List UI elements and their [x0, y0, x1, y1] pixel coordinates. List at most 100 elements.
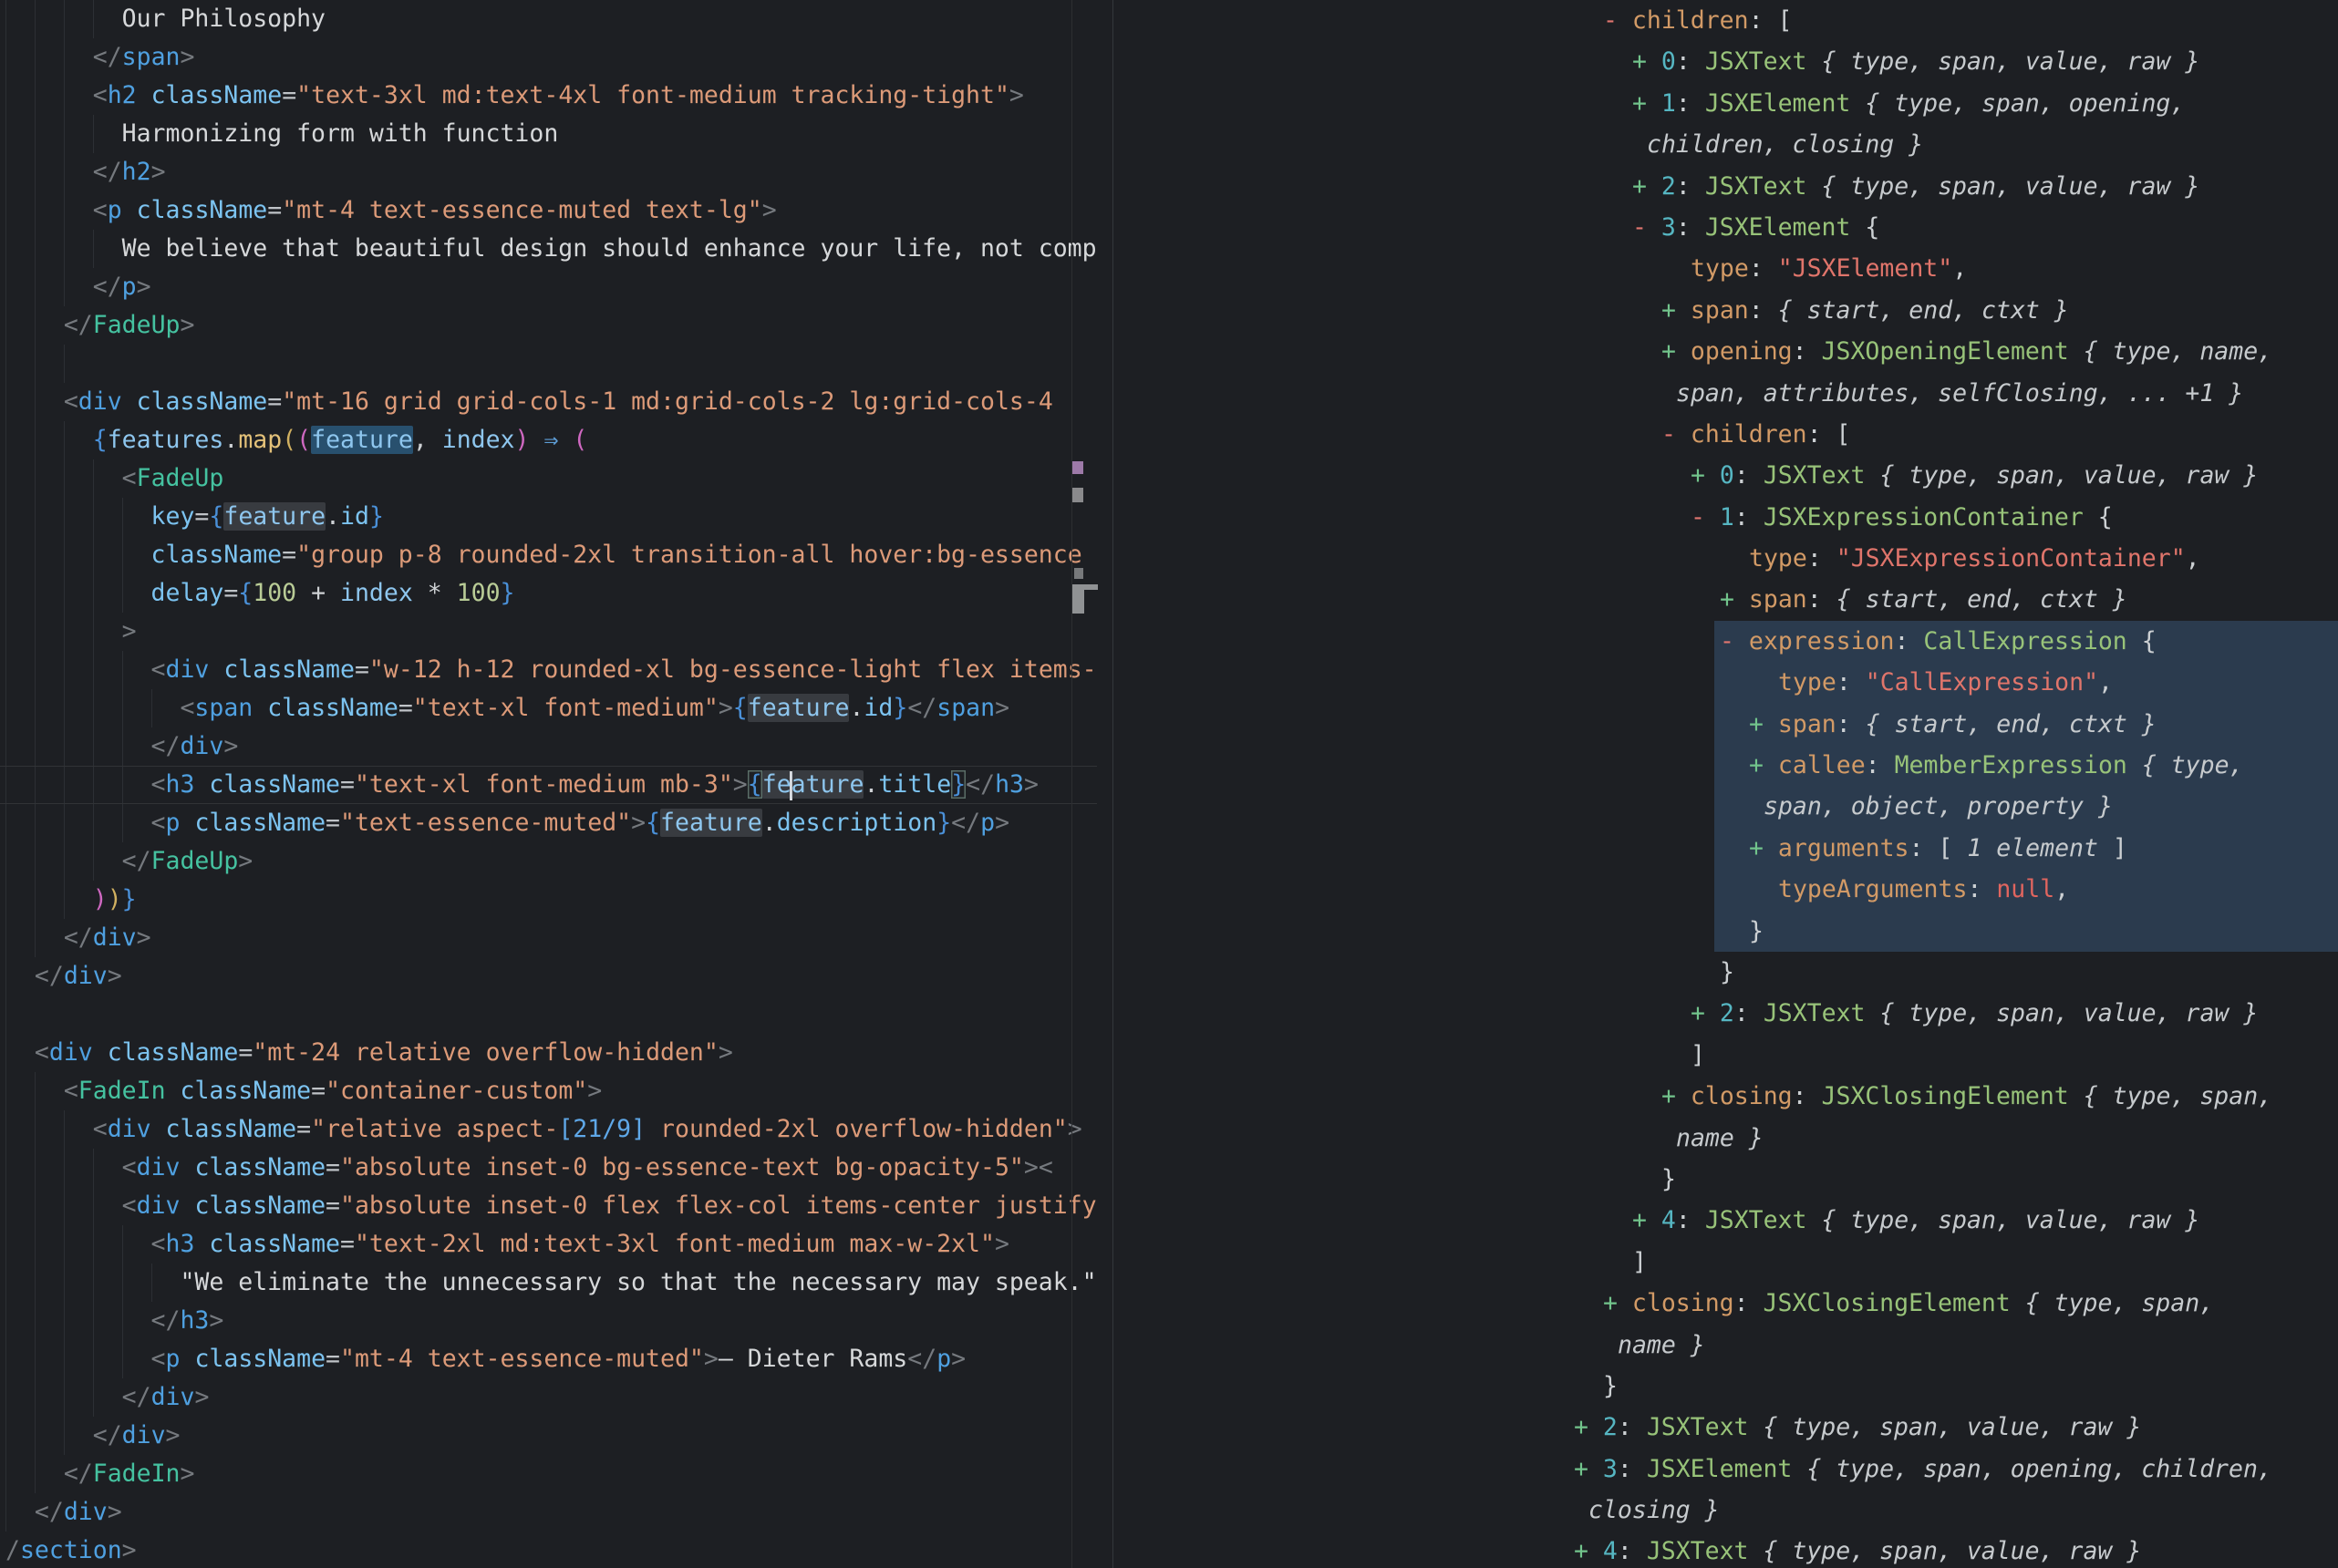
code-line[interactable]: <p className="mt-4 text-essence-muted te… [0, 191, 1097, 230]
expand-node-icon[interactable]: + [1661, 1082, 1691, 1110]
code-line[interactable]: <div className="absolute inset-0 bg-esse… [0, 1149, 1097, 1187]
code-line[interactable]: </FadeUp> [0, 306, 1097, 345]
code-line[interactable]: <FadeUp [0, 459, 1097, 498]
code-line[interactable]: ))} [0, 881, 1097, 919]
expand-node-icon[interactable]: + [1720, 585, 1749, 614]
code-line[interactable]: </div> [0, 957, 1097, 995]
expand-node-icon[interactable]: + [1574, 1537, 1603, 1565]
code-line[interactable]: <p className="mt-4 text-essence-muted">—… [0, 1340, 1097, 1378]
ast-node-selected[interactable]: span, object, property } [1545, 786, 2338, 827]
expand-node-icon[interactable]: + [1691, 461, 1720, 490]
code-line[interactable]: </FadeIn> [0, 1455, 1097, 1493]
code-line[interactable]: <div className="mt-24 relative overflow-… [0, 1034, 1097, 1072]
ast-node[interactable]: - 3: JSXElement { [1545, 207, 2338, 248]
expand-node-icon[interactable]: + [1632, 1206, 1661, 1234]
code-line[interactable]: <FadeIn className="container-custom"> [0, 1072, 1097, 1110]
code-line[interactable]: {features.map((feature, index) ⇒ ( [0, 421, 1097, 459]
code-line[interactable]: <div className="w-12 h-12 rounded-xl bg-… [0, 651, 1097, 689]
code-line[interactable]: /section> [0, 1532, 1097, 1568]
code-line[interactable]: </p> [0, 268, 1097, 306]
ast-node[interactable]: type: "JSXExpressionContainer", [1545, 538, 2338, 579]
collapse-node-icon[interactable]: - [1603, 6, 1632, 35]
code-line[interactable]: key={feature.id} [0, 498, 1097, 536]
ast-node-selected[interactable]: + arguments: [ 1 element ] [1545, 828, 2338, 869]
ast-node-selected[interactable]: typeArguments: null, [1545, 869, 2338, 910]
code-line[interactable]: > [0, 613, 1097, 651]
ast-node[interactable]: } [1545, 952, 2338, 993]
ast-node[interactable]: + 4: JSXText { type, span, value, raw } [1545, 1200, 2338, 1241]
code-line[interactable]: </span> [0, 38, 1097, 77]
collapse-node-icon[interactable]: - [1691, 503, 1720, 531]
collapse-node-icon[interactable]: - [1720, 627, 1749, 655]
ast-node[interactable]: + 4: JSXText { type, span, value, raw } [1545, 1531, 2338, 1568]
code-line[interactable]: </div> [0, 727, 1097, 766]
overview-ruler[interactable] [1071, 0, 1112, 1568]
ast-node-selected[interactable]: + callee: MemberExpression { type, [1545, 745, 2338, 786]
code-line[interactable]: Our Philosophy [0, 0, 1097, 38]
collapse-node-icon[interactable]: - [1632, 213, 1661, 242]
expand-node-icon[interactable]: + [1749, 710, 1778, 738]
code-line[interactable]: <div className="relative aspect-[21/9] r… [0, 1110, 1097, 1149]
ast-node[interactable]: + closing: JSXClosingElement { type, spa… [1545, 1076, 2338, 1117]
ast-node[interactable]: closing } [1545, 1490, 2338, 1531]
code-editor-pane[interactable]: Our Philosophy </span> <h2 className="te… [0, 0, 1097, 1568]
ast-node[interactable]: + 0: JSXText { type, span, value, raw } [1545, 455, 2338, 496]
code-line[interactable]: <div className="mt-16 grid grid-cols-1 m… [0, 383, 1097, 421]
ast-node-selected[interactable]: + span: { start, end, ctxt } [1545, 704, 2338, 745]
expand-node-icon[interactable]: + [1749, 751, 1778, 779]
panel-divider[interactable] [1112, 0, 1113, 1568]
ast-node[interactable]: type: "JSXElement", [1545, 248, 2338, 289]
ast-node[interactable]: + opening: JSXOpeningElement { type, nam… [1545, 331, 2338, 372]
code-line[interactable]: "We eliminate the unnecessary so that th… [0, 1264, 1097, 1302]
ast-node[interactable]: ] [1545, 1242, 2338, 1283]
ast-node[interactable]: + 2: JSXText { type, span, value, raw } [1545, 166, 2338, 207]
code-line[interactable]: </h3> [0, 1302, 1097, 1340]
ast-node[interactable]: } [1545, 1159, 2338, 1200]
expand-node-icon[interactable]: + [1574, 1455, 1603, 1483]
ast-node[interactable]: - children: [ [1545, 0, 2338, 41]
code-line[interactable]: Harmonizing form with function [0, 115, 1097, 153]
code-line[interactable]: <div className="absolute inset-0 flex fl… [0, 1187, 1097, 1225]
ast-node[interactable]: + 2: JSXText { type, span, value, raw } [1545, 1407, 2338, 1448]
ast-node-selected[interactable]: - expression: CallExpression { [1545, 621, 2338, 662]
code-line[interactable]: <span className="text-xl font-medium">{f… [0, 689, 1097, 727]
code-line[interactable]: delay={100 + index * 100} [0, 574, 1097, 613]
collapse-node-icon[interactable]: - [1661, 420, 1691, 449]
ast-node[interactable]: + 1: JSXElement { type, span, opening, [1545, 83, 2338, 124]
expand-node-icon[interactable]: + [1749, 834, 1778, 862]
expand-node-icon[interactable]: + [1661, 296, 1691, 325]
ast-node[interactable]: } [1545, 1366, 2338, 1407]
ast-node[interactable]: + 2: JSXText { type, span, value, raw } [1545, 993, 2338, 1034]
ast-node[interactable]: + span: { start, end, ctxt } [1545, 290, 2338, 331]
ast-node[interactable]: + closing: JSXClosingElement { type, spa… [1545, 1283, 2338, 1324]
ast-node[interactable]: name } [1545, 1325, 2338, 1366]
expand-node-icon[interactable]: + [1632, 89, 1661, 118]
ast-tree-pane[interactable]: - children: [+ 0: JSXText { type, span, … [1545, 0, 2338, 1568]
ast-node[interactable]: ] [1545, 1035, 2338, 1076]
code-line[interactable]: </div> [0, 919, 1097, 957]
ast-node-selected[interactable]: type: "CallExpression", [1545, 662, 2338, 703]
code-line[interactable]: <h3 className="text-2xl md:text-3xl font… [0, 1225, 1097, 1264]
ast-node[interactable]: - 1: JSXExpressionContainer { [1545, 497, 2338, 538]
expand-node-icon[interactable]: + [1661, 337, 1691, 366]
ast-node[interactable]: + 0: JSXText { type, span, value, raw } [1545, 41, 2338, 82]
expand-node-icon[interactable]: + [1691, 999, 1720, 1027]
code-line[interactable]: className="group p-8 rounded-2xl transit… [0, 536, 1097, 574]
expand-node-icon[interactable]: + [1632, 47, 1661, 76]
code-line[interactable]: </h2> [0, 153, 1097, 191]
code-line[interactable]: </div> [0, 1493, 1097, 1532]
code-line[interactable]: </FadeUp> [0, 842, 1097, 881]
code-line[interactable]: </div> [0, 1417, 1097, 1455]
ast-node[interactable]: span, attributes, selfClosing, ... +1 } [1545, 373, 2338, 414]
code-line[interactable]: <h2 className="text-3xl md:text-4xl font… [0, 77, 1097, 115]
ast-node[interactable]: children, closing } [1545, 124, 2338, 165]
ast-node-selected[interactable]: } [1545, 911, 2338, 952]
expand-node-icon[interactable]: + [1603, 1289, 1632, 1317]
code-line[interactable]: We believe that beautiful design should … [0, 230, 1097, 268]
expand-node-icon[interactable]: + [1574, 1413, 1603, 1441]
code-line[interactable] [0, 995, 1097, 1034]
ast-node[interactable]: - children: [ [1545, 414, 2338, 455]
code-line-current[interactable]: <h3 className="text-xl font-medium mb-3"… [0, 766, 1097, 804]
code-line[interactable] [0, 345, 1097, 383]
code-line[interactable]: </div> [0, 1378, 1097, 1417]
